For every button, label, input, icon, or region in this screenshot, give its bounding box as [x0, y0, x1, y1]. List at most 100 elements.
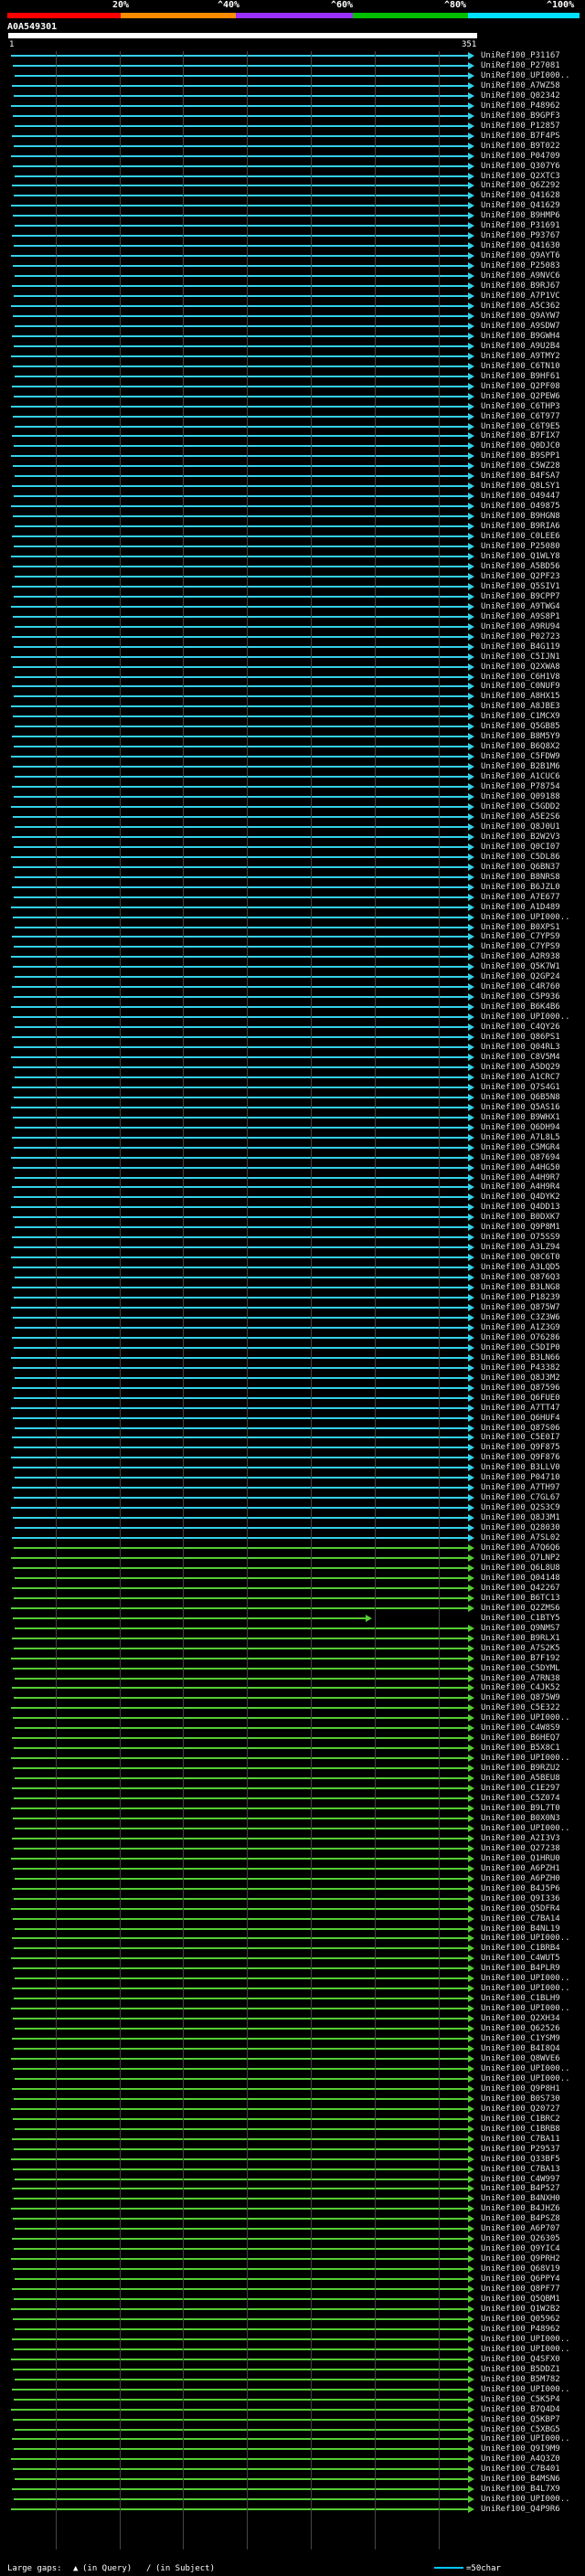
hit-label[interactable]: UniRef100_Q9P8M1 [481, 1223, 560, 1233]
hit-label[interactable]: UniRef100_C0NUF9 [481, 682, 560, 692]
hit-row[interactable]: UniRef100_C5DYML [0, 1664, 585, 1674]
hit-row[interactable]: UniRef100_Q09188 [0, 792, 585, 802]
hit-row[interactable]: UniRef100_B4PSZ8 [0, 2214, 585, 2224]
hit-label[interactable]: UniRef100_UPI000.. [481, 71, 570, 81]
hit-row[interactable]: UniRef100_C4JK52 [0, 1683, 585, 1693]
hit-row[interactable]: UniRef100_C4W8S9 [0, 1723, 585, 1733]
hit-row[interactable]: UniRef100_A7P1VC [0, 292, 585, 302]
hit-row[interactable]: UniRef100_A4H9R4 [0, 1182, 585, 1193]
hit-label[interactable]: UniRef100_P25080 [481, 542, 560, 552]
hit-row[interactable]: UniRef100_Q9I336 [0, 1894, 585, 1904]
hit-row[interactable]: UniRef100_UPI000.. [0, 71, 585, 81]
hit-row[interactable]: UniRef100_A6PZH1 [0, 1864, 585, 1874]
hit-label[interactable]: UniRef100_Q2XTC3 [481, 172, 560, 182]
hit-row[interactable]: UniRef100_A7L8L5 [0, 1133, 585, 1143]
hit-row[interactable]: UniRef100_A6PZH0 [0, 1874, 585, 1884]
hit-label[interactable]: UniRef100_Q2ZMS6 [481, 1604, 560, 1614]
hit-row[interactable]: UniRef100_C1E297 [0, 1784, 585, 1794]
hit-label[interactable]: UniRef100_C6T9E5 [481, 422, 560, 432]
hit-label[interactable]: UniRef100_UPI000.. [481, 1984, 570, 1994]
hit-label[interactable]: UniRef100_A6PZH0 [481, 1874, 560, 1884]
hit-label[interactable]: UniRef100_C4QY26 [481, 1023, 560, 1033]
hit-label[interactable]: UniRef100_Q2PEW6 [481, 392, 560, 402]
hit-row[interactable]: UniRef100_P18239 [0, 1293, 585, 1303]
hit-row[interactable]: UniRef100_C5IJN1 [0, 652, 585, 663]
hit-row[interactable]: UniRef100_B7F192 [0, 1654, 585, 1664]
hit-label[interactable]: UniRef100_Q6PPY4 [481, 2274, 560, 2284]
hit-label[interactable]: UniRef100_A7TH97 [481, 1483, 560, 1493]
hit-label[interactable]: UniRef100_C1BTY5 [481, 1614, 560, 1624]
hit-label[interactable]: UniRef100_B9HF61 [481, 372, 560, 382]
hit-row[interactable]: UniRef100_Q0CI07 [0, 843, 585, 853]
hit-row[interactable]: UniRef100_C0LEE6 [0, 532, 585, 542]
hit-label[interactable]: UniRef100_Q0C6T0 [481, 1253, 560, 1263]
hit-label[interactable]: UniRef100_Q26305 [481, 2234, 560, 2244]
hit-label[interactable]: UniRef100_P25083 [481, 261, 560, 271]
hit-row[interactable]: UniRef100_Q1HRU0 [0, 1854, 585, 1864]
hit-label[interactable]: UniRef100_C1BRC2 [481, 2115, 560, 2125]
hit-label[interactable]: UniRef100_C4WUT5 [481, 1954, 560, 1964]
hit-row[interactable]: UniRef100_Q5KBP7 [0, 2415, 585, 2425]
hit-label[interactable]: UniRef100_A6P707 [481, 2224, 560, 2234]
hit-row[interactable]: UniRef100_Q6HUF4 [0, 1414, 585, 1424]
hit-label[interactable]: UniRef100_C7BA14 [481, 1914, 560, 1924]
hit-label[interactable]: UniRef100_C7YPS9 [481, 932, 560, 942]
hit-label[interactable]: UniRef100_A9RU94 [481, 622, 560, 632]
hit-row[interactable]: UniRef100_Q05962 [0, 2315, 585, 2325]
hit-row[interactable]: UniRef100_C7BA11 [0, 2135, 585, 2145]
hit-label[interactable]: UniRef100_P78754 [481, 782, 560, 792]
hit-label[interactable]: UniRef100_Q41629 [481, 201, 560, 211]
hit-row[interactable]: UniRef100_A9S8P1 [0, 612, 585, 622]
hit-row[interactable]: UniRef100_UPI000.. [0, 913, 585, 923]
hit-label[interactable]: UniRef100_A2R938 [481, 952, 560, 962]
hit-label[interactable]: UniRef100_B7F4PS [481, 132, 560, 142]
hit-row[interactable]: UniRef100_B9RLX1 [0, 1634, 585, 1644]
hit-row[interactable]: UniRef100_A4H9R7 [0, 1173, 585, 1183]
hit-row[interactable]: UniRef100_Q6PPY4 [0, 2274, 585, 2284]
hit-label[interactable]: UniRef100_UPI000.. [481, 1824, 570, 1834]
hit-row[interactable]: UniRef100_Q8J3M2 [0, 1373, 585, 1383]
hit-label[interactable]: UniRef100_C3Z3W6 [481, 1313, 560, 1323]
hit-row[interactable]: UniRef100_B9CPP7 [0, 592, 585, 602]
hit-row[interactable]: UniRef100_P29537 [0, 2145, 585, 2155]
hit-row[interactable]: UniRef100_Q42267 [0, 1584, 585, 1594]
hit-label[interactable]: UniRef100_Q04148 [481, 1574, 560, 1584]
hit-row[interactable]: UniRef100_Q87694 [0, 1153, 585, 1163]
hit-row[interactable]: UniRef100_B6JZL0 [0, 883, 585, 893]
hit-label[interactable]: UniRef100_UPI000.. [481, 2434, 570, 2444]
hit-label[interactable]: UniRef100_Q8J0U1 [481, 822, 560, 832]
hit-label[interactable]: UniRef100_C1MCX9 [481, 712, 560, 722]
hit-label[interactable]: UniRef100_C5WZ28 [481, 461, 560, 472]
hit-row[interactable]: UniRef100_B4NXH0 [0, 2194, 585, 2204]
hit-label[interactable]: UniRef100_C7BA11 [481, 2135, 560, 2145]
hit-label[interactable]: UniRef100_C5FDW9 [481, 752, 560, 762]
hit-row[interactable]: UniRef100_A8JBE3 [0, 702, 585, 712]
hit-label[interactable]: UniRef100_B6JZL0 [481, 883, 560, 893]
hit-row[interactable]: UniRef100_B6K4B6 [0, 1002, 585, 1012]
hit-row[interactable]: UniRef100_B2B1M6 [0, 762, 585, 772]
hit-label[interactable]: UniRef100_Q0CI07 [481, 843, 560, 853]
hit-row[interactable]: UniRef100_C5DL86 [0, 853, 585, 863]
hit-row[interactable]: UniRef100_Q5SIV1 [0, 582, 585, 592]
hit-row[interactable]: UniRef100_B0X0N3 [0, 1814, 585, 1824]
hit-row[interactable]: UniRef100_B0DXK7 [0, 1213, 585, 1223]
hit-label[interactable]: UniRef100_Q7LNP2 [481, 1553, 560, 1564]
hit-row[interactable]: UniRef100_C1BRB4 [0, 1944, 585, 1954]
hit-label[interactable]: UniRef100_Q09188 [481, 792, 560, 802]
hit-row[interactable]: UniRef100_Q87S06 [0, 1424, 585, 1434]
hit-label[interactable]: UniRef100_B3LN66 [481, 1353, 560, 1363]
hit-row[interactable]: UniRef100_C5FDW9 [0, 752, 585, 762]
hit-label[interactable]: UniRef100_A8HX15 [481, 692, 560, 702]
hit-row[interactable]: UniRef100_Q6L8U8 [0, 1564, 585, 1574]
hit-label[interactable]: UniRef100_B4L7X9 [481, 2485, 560, 2495]
hit-label[interactable]: UniRef100_Q9I9M9 [481, 2444, 560, 2454]
hit-row[interactable]: UniRef100_B9RIA6 [0, 522, 585, 532]
hit-row[interactable]: UniRef100_Q04148 [0, 1574, 585, 1584]
hit-label[interactable]: UniRef100_B4FSA7 [481, 472, 560, 482]
hit-row[interactable]: UniRef100_Q62526 [0, 2024, 585, 2034]
hit-row[interactable]: UniRef100_C7YPS9 [0, 932, 585, 942]
hit-row[interactable]: UniRef100_A7TT47 [0, 1404, 585, 1414]
hit-row[interactable]: UniRef100_C7YPS9 [0, 942, 585, 952]
hit-label[interactable]: UniRef100_B9GWH4 [481, 332, 560, 342]
hit-label[interactable]: UniRef100_B0XPS1 [481, 923, 560, 933]
